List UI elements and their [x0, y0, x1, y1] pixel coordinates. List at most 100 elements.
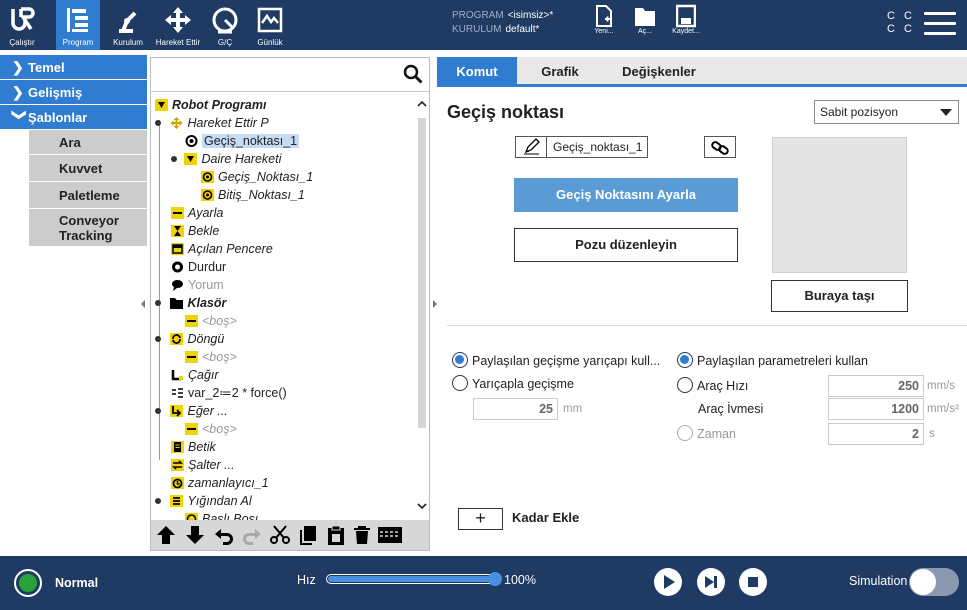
nav-io[interactable]: G/Ç [208, 0, 242, 50]
nav-program[interactable]: Program [56, 0, 100, 50]
suppress-icon[interactable] [377, 525, 403, 545]
scroll-up-icon[interactable] [415, 98, 429, 110]
speed-slider-knob[interactable] [488, 572, 502, 586]
step-button[interactable] [697, 568, 725, 596]
new-button[interactable]: Yeni... [586, 4, 622, 46]
stop-button[interactable] [739, 568, 767, 596]
nav-installation[interactable]: Kurulum [107, 0, 149, 50]
scroll-down-icon[interactable] [415, 500, 429, 512]
copy-icon[interactable] [297, 525, 319, 545]
save-button[interactable]: Kaydet... [668, 4, 704, 46]
tool-speed-radio[interactable]: Araç Hızı [677, 377, 748, 395]
nav-program-label: Program [62, 38, 94, 47]
tool-accel-field[interactable]: 1200 [828, 398, 924, 420]
undo-icon[interactable] [213, 525, 235, 545]
speed-slider[interactable] [326, 572, 502, 586]
collapse-left-handle-icon[interactable] [140, 299, 147, 309]
tree-scrollbar[interactable] [415, 94, 429, 522]
time-field[interactable]: 2 [828, 423, 924, 445]
tree-node[interactable]: Döngü [155, 330, 224, 348]
template-force[interactable]: Kuvvet [29, 155, 147, 182]
menu-basic[interactable]: ❯ Temel [0, 55, 147, 79]
shared-params-radio[interactable]: Paylaşılan parametreleri kullan [677, 352, 868, 370]
tree-node[interactable]: Şalter ... [171, 456, 235, 474]
pencil-icon[interactable] [516, 137, 547, 157]
nav-run[interactable]: Çalıştır [2, 0, 42, 50]
tree-node[interactable]: Eğer ... [155, 402, 228, 420]
menu-templates[interactable]: ❯Şablonlar [0, 105, 147, 129]
nav-io-label: G/Ç [217, 38, 233, 47]
call-icon [171, 369, 184, 381]
position-type-dropdown[interactable]: Sabit pozisyon [814, 100, 959, 124]
robot-status-icon[interactable] [14, 569, 42, 597]
set-waypoint-button[interactable]: Geçiş Noktasını Ayarla [514, 178, 738, 212]
move-up-icon[interactable] [155, 525, 177, 545]
tool-speed-field[interactable]: 250 [828, 375, 924, 397]
template-palletizing[interactable]: Paletleme [29, 182, 147, 209]
tree-node[interactable]: Durdur [171, 258, 226, 276]
tree-node[interactable]: <boş> [185, 420, 237, 438]
tab-graphics[interactable]: Grafik [525, 57, 595, 87]
paste-icon[interactable] [325, 525, 347, 545]
tree-node[interactable]: Çağır [171, 366, 219, 384]
position-type-value: Sabit pozisyon [820, 105, 899, 119]
waypoint-name-field[interactable]: Geçiş_noktası_1 [515, 136, 648, 158]
delete-icon[interactable] [351, 525, 373, 545]
tree-node[interactable]: <boş> [185, 312, 237, 330]
time-radio[interactable]: Zaman [677, 425, 736, 443]
move-here-button[interactable]: Buraya taşı [771, 280, 908, 312]
tree-node[interactable]: Açılan Pencere [171, 240, 273, 258]
tree-node[interactable]: Robot Programı [155, 96, 266, 114]
cut-icon[interactable] [269, 525, 291, 545]
edit-pose-button[interactable]: Pozu düzenleyin [514, 228, 738, 262]
nav-log[interactable]: Günlük [252, 0, 288, 50]
simulation-toggle[interactable] [909, 568, 959, 596]
redo-icon[interactable] [241, 525, 263, 545]
menu-advanced[interactable]: ❯ Gelişmiş [0, 80, 147, 104]
tree-node[interactable]: zamanlayıcı_1 [171, 474, 269, 492]
play-button[interactable] [654, 568, 682, 596]
tab-command[interactable]: Komut [437, 57, 517, 87]
waypoint-panel: Geçiş noktası Sabit pozisyon Geçiş_nokta… [437, 90, 967, 550]
tree-node[interactable]: Klasör [155, 294, 226, 312]
cc-line-1: C C [887, 10, 915, 22]
shared-blend-radio[interactable]: Paylaşılan geçişme yarıçapı kull... [452, 352, 660, 370]
nav-move-label: Hareket Ettir [155, 38, 201, 47]
stack-icon [170, 495, 184, 507]
radius-blend-radio[interactable]: Yarıçapla geçişme [452, 375, 574, 393]
tree-node[interactable]: Betik [171, 438, 216, 456]
scroll-thumb[interactable] [418, 118, 426, 428]
if-icon [170, 405, 184, 417]
tree-node-label: Şalter ... [188, 458, 235, 472]
template-search[interactable]: Ara [29, 130, 147, 155]
open-button[interactable]: Aç... [627, 4, 663, 46]
ur-logo-icon [11, 7, 35, 31]
hamburger-menu-icon[interactable] [924, 12, 956, 38]
tree-node[interactable]: Bitiş_Noktası_1 [201, 186, 305, 204]
tree-node[interactable]: Bekle [171, 222, 219, 240]
shared-params-label: Paylaşılan parametreleri kullan [697, 354, 868, 368]
link-button[interactable] [704, 136, 736, 158]
tree-node[interactable]: Yorum [171, 276, 224, 294]
nav-log-label: Günlük [257, 38, 283, 47]
tree-node[interactable]: Yığından Al [155, 492, 252, 510]
tree-node[interactable]: Geçiş_Noktası_1 [201, 168, 313, 186]
blend-radius-field[interactable]: 25 [473, 398, 558, 420]
tree-node[interactable]: var_2≔2 * force() [171, 384, 287, 402]
tab-variables[interactable]: Değişkenler [613, 57, 705, 87]
tree-node[interactable]: Ayarla [171, 204, 223, 222]
tree-node-selected[interactable]: Geçiş_noktası_1 [185, 132, 300, 150]
tree-node[interactable]: Daire Hareketi [155, 150, 281, 168]
search-icon[interactable] [403, 64, 423, 84]
nav-move[interactable]: Hareket Ettir [151, 0, 205, 50]
script-icon [171, 441, 184, 453]
tree-node[interactable]: <boş> [185, 348, 237, 366]
tree-node-label: Klasör [187, 296, 227, 310]
move-down-icon[interactable] [184, 525, 206, 545]
tree-node-label: Bekle [188, 224, 220, 238]
template-conveyor-tracking[interactable]: Conveyor Tracking [29, 209, 147, 247]
tree-node-label: Yorum [188, 278, 224, 292]
add-until-button[interactable]: + [458, 508, 503, 530]
tree-search-bar[interactable] [151, 58, 429, 92]
tree-node[interactable]: Hareket Ettir P [155, 114, 269, 132]
